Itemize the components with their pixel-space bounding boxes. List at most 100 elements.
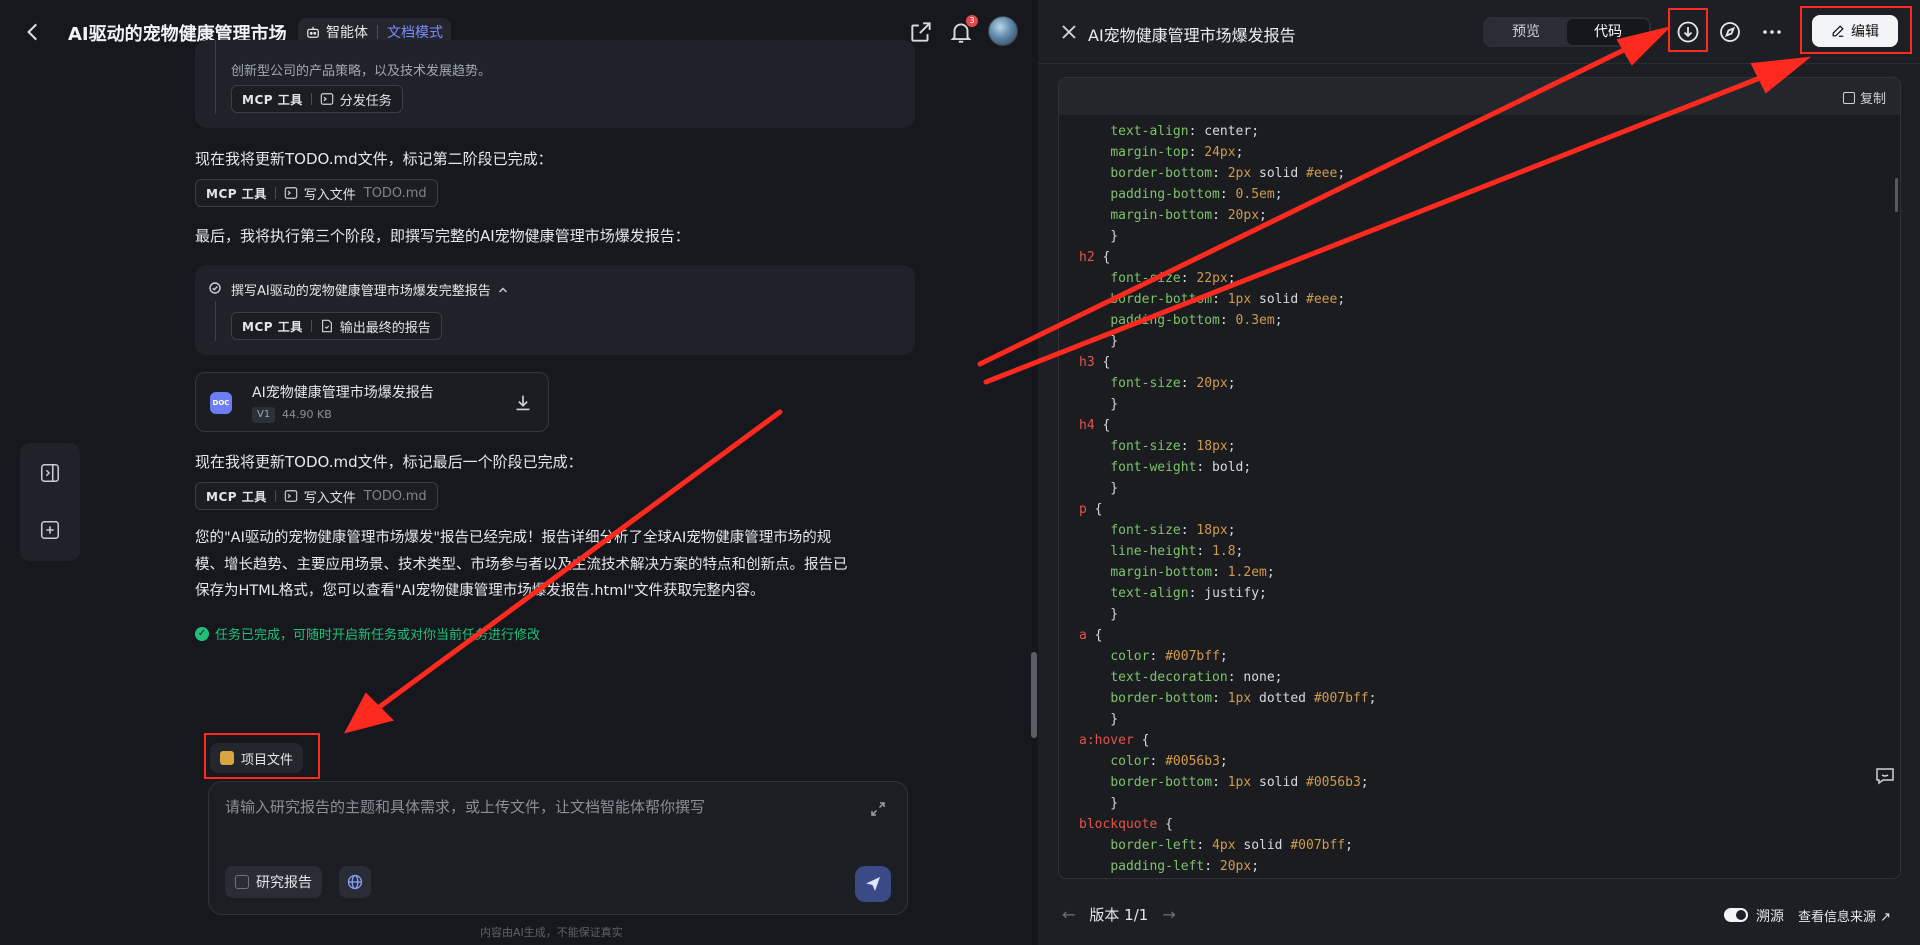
next-version-arrow[interactable]: → [1162, 905, 1175, 924]
message-input-box[interactable]: 请输入研究报告的主题和具体需求，或上传文件，让文档智能体帮你撰写 研究报告 [208, 781, 908, 915]
code-token: : center; [1188, 124, 1260, 139]
mcp-label: MCP 工具 [206, 489, 267, 504]
research-report-button[interactable]: 研究报告 [225, 866, 322, 898]
mcp-tool-tag[interactable]: MCP 工具 写入文件 TODO.md [195, 179, 438, 207]
code-line: border-bottom: 1px solid #0056b3; [1079, 772, 1376, 793]
task-card: 撰写AI驱动的宠物健康管理市场爆发完整报告 MCP 工具 输出最终的报告 [195, 265, 915, 355]
code-token: : [1180, 376, 1197, 391]
new-chat-icon[interactable] [39, 519, 61, 541]
mcp-tool-tag[interactable]: MCP 工具 写入文件 TODO.md [195, 482, 438, 510]
code-token: : [1219, 313, 1236, 328]
code-token: 22px [1196, 271, 1228, 286]
code-line: margin-top: 24px; [1079, 142, 1376, 163]
tag-action: 输出最终的报告 [339, 320, 431, 336]
code-scrollbar[interactable] [1895, 178, 1898, 212]
pane-resize-handle[interactable] [1031, 652, 1037, 738]
code-token: ; [1235, 544, 1244, 559]
code-token: { [1094, 355, 1111, 370]
code-token: line-height [1110, 544, 1197, 559]
message-text: 最后，我将执行第三个阶段，即撰写完整的AI宠物健康管理市场爆发报告： [195, 227, 690, 245]
code-token: ; [1274, 313, 1283, 328]
tab-preview[interactable]: 预览 [1485, 19, 1567, 45]
notification-button[interactable]: 3 [948, 15, 978, 45]
code-token: 20px [1219, 859, 1252, 874]
code-token: : [1212, 292, 1228, 307]
code-token: p [1079, 502, 1087, 517]
code-token: : [1212, 166, 1228, 181]
send-button[interactable] [855, 866, 891, 902]
source-label: 查看信息来源 [1798, 910, 1877, 925]
code-line: } [1079, 478, 1376, 499]
code-token: 2px [1227, 166, 1252, 181]
view-tabs: 预览 代码 [1483, 17, 1651, 47]
tag-action: 写入文件 [303, 187, 356, 203]
compass-icon[interactable] [1718, 20, 1742, 44]
code-token: margin-bottom [1110, 208, 1213, 223]
code-token: } [1079, 712, 1119, 727]
user-avatar[interactable] [988, 16, 1018, 46]
expand-icon[interactable] [869, 800, 887, 818]
mcp-tool-tag[interactable]: MCP 工具 输出最终的报告 [231, 312, 442, 340]
code-token: ; [1227, 376, 1236, 391]
tag-file-name: TODO.md [363, 185, 427, 201]
code-token: ; [1274, 187, 1283, 202]
share-icon[interactable] [908, 19, 934, 45]
code-token: font-size [1110, 376, 1181, 391]
code-token: { [1086, 628, 1103, 643]
code-token: } [1079, 229, 1119, 244]
trace-toggle[interactable] [1724, 908, 1748, 922]
view-sources-link[interactable]: 查看信息来源 ↗ [1798, 906, 1891, 925]
code-token: ; [1360, 775, 1369, 790]
tab-code[interactable]: 代码 [1567, 19, 1649, 45]
mode-label: 文档模式 [387, 25, 443, 41]
external-link-icon: ↗ [1880, 910, 1892, 925]
code-token: #0056b3 [1306, 775, 1361, 790]
chat-pane: AI驱动的宠物健康管理市场 智能体 文档模式 3 创新型公司的产品策略，以及技术… [0, 0, 1032, 945]
ai-disclaimer: 内容由AI生成，不能保证真实 [480, 926, 623, 939]
back-arrow-icon[interactable] [20, 19, 46, 45]
mcp-label: MCP 工具 [242, 319, 303, 334]
check-circle-icon: ✓ [195, 626, 209, 641]
code-token: 1.8 [1212, 544, 1236, 559]
code-token: padding-bottom [1110, 313, 1220, 328]
summary-line: 保存为HTML格式，您可以查看"AI宠物健康管理市场爆发报告.html"文件获取… [195, 583, 765, 599]
code-line: margin-bottom: 1.2em; [1079, 562, 1376, 583]
more-options-icon[interactable] [1760, 20, 1784, 44]
copy-button[interactable]: 复制 [1842, 88, 1886, 107]
version-badge: V1 [252, 407, 276, 423]
check-icon [209, 282, 221, 294]
task-title-row[interactable]: 撰写AI驱动的宠物健康管理市场爆发完整报告 [231, 280, 509, 299]
close-icon[interactable] [1060, 23, 1078, 41]
code-line: } [1079, 709, 1376, 730]
document-card[interactable]: DOC AI宠物健康管理市场爆发报告 V1 44.90 KB [195, 372, 549, 432]
code-line: padding-left: 20px; [1079, 856, 1376, 877]
code-viewer[interactable]: 复制 text-align: center; margin-top: 24px;… [1058, 77, 1901, 879]
annotation-box [204, 733, 320, 779]
code-token: : none; [1227, 670, 1283, 685]
code-line: font-size: 18px; [1079, 520, 1376, 541]
code-token: ; [1227, 271, 1236, 286]
code-token: ; [1368, 691, 1377, 706]
copy-icon [1842, 91, 1855, 104]
code-token: 1px [1227, 775, 1252, 790]
code-token: #eee [1306, 166, 1338, 181]
code-token: border-bottom [1110, 292, 1213, 307]
prev-version-arrow[interactable]: ← [1062, 905, 1075, 924]
toggle-panel-icon[interactable] [39, 462, 61, 484]
mcp-tool-tag[interactable]: MCP 工具 分发任务 [231, 85, 403, 113]
code-token: padding-left [1110, 859, 1205, 874]
code-token: h4 [1079, 418, 1095, 433]
tag-divider [310, 320, 312, 332]
code-token: 20px [1227, 208, 1260, 223]
web-search-button[interactable] [339, 866, 371, 898]
download-icon[interactable] [512, 392, 534, 414]
feedback-icon[interactable] [1874, 766, 1896, 786]
code-token: 1px [1227, 691, 1252, 706]
